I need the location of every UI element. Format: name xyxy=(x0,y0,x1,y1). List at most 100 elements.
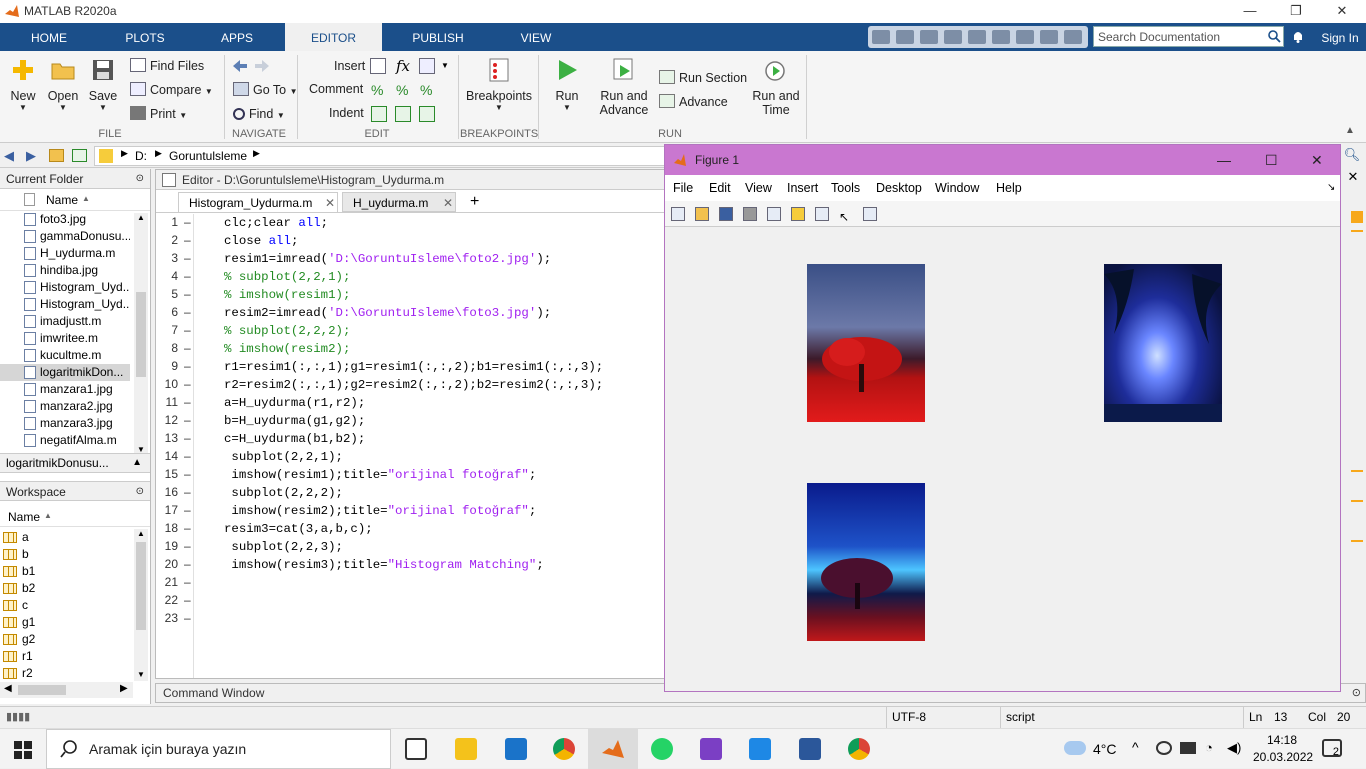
line-marker[interactable]: – xyxy=(184,593,191,607)
figure-maximize-button[interactable]: ☐ xyxy=(1265,145,1278,175)
comment-percent-icon[interactable]: % xyxy=(371,82,383,98)
path-field[interactable]: ▶ D: ▶ Goruntulsleme ▶ xyxy=(94,146,665,166)
workspace-variable[interactable]: c xyxy=(0,597,133,614)
notification-center-icon[interactable]: 2 xyxy=(1322,739,1342,758)
list-item[interactable]: imwritee.m xyxy=(0,330,130,347)
line-marker[interactable]: – xyxy=(184,287,191,301)
list-item[interactable]: manzara1.jpg xyxy=(0,381,130,398)
temperature[interactable]: 4°C xyxy=(1093,741,1117,757)
list-item[interactable]: negatifAlma.m xyxy=(0,432,130,449)
decrease-indent-icon[interactable] xyxy=(395,106,411,122)
find-files-button[interactable]: Find Files xyxy=(130,56,204,76)
find-button[interactable]: Find ▼ xyxy=(233,104,285,124)
save-figure-icon[interactable] xyxy=(719,207,733,221)
menu-tools[interactable]: Tools xyxy=(831,175,860,201)
legend-icon[interactable] xyxy=(815,207,829,221)
run-section-button[interactable]: Run Section xyxy=(659,68,747,88)
fx-icon[interactable]: fx xyxy=(396,57,410,75)
code-line[interactable]: % imshow(resim2); xyxy=(224,342,350,356)
code-line[interactable]: % subplot(2,2,2); xyxy=(224,324,350,338)
workspace-variable[interactable]: b xyxy=(0,546,133,563)
code-line[interactable]: b=H_uydurma(g1,g2); xyxy=(224,414,365,428)
list-item[interactable]: foto3.jpg xyxy=(0,211,130,228)
menu-view[interactable]: View xyxy=(745,175,772,201)
code-line[interactable]: subplot(2,2,2); xyxy=(224,486,343,500)
path-drive[interactable]: D: xyxy=(135,149,147,163)
figure-minimize-button[interactable]: — xyxy=(1217,145,1231,175)
list-item[interactable]: Histogram_Uyd... xyxy=(0,296,130,313)
menu-help[interactable]: Help xyxy=(996,175,1022,201)
up-folder-icon[interactable] xyxy=(49,149,64,162)
line-marker[interactable]: – xyxy=(184,377,191,391)
line-marker[interactable]: – xyxy=(184,233,191,247)
edit-plot-icon[interactable]: ↖ xyxy=(839,210,853,224)
run-and-time-button[interactable]: Run and Time xyxy=(750,57,802,117)
word-icon[interactable] xyxy=(799,738,821,760)
windows-start-icon[interactable] xyxy=(14,741,32,759)
list-item[interactable]: manzara3.jpg xyxy=(0,415,130,432)
panel-menu-icon[interactable]: ⊙ xyxy=(136,169,144,189)
code-line[interactable]: clc;clear all; xyxy=(224,216,328,230)
tab-apps[interactable]: APPS xyxy=(200,23,274,51)
comment-button[interactable]: Comment xyxy=(309,79,363,99)
menu-edit[interactable]: Edit xyxy=(709,175,731,201)
workspace-variable[interactable]: g2 xyxy=(0,631,133,648)
workspace-menu-icon[interactable]: ⊙ xyxy=(136,482,144,502)
increase-indent-icon[interactable] xyxy=(419,106,435,122)
help-icon[interactable] xyxy=(1040,30,1058,44)
clock-date[interactable]: 20.03.2022 xyxy=(1253,750,1313,764)
volume-icon[interactable]: ◀) xyxy=(1227,740,1241,756)
visual-studio-icon[interactable] xyxy=(700,738,722,760)
code-area[interactable]: clc;clear all; close all; resim1=imread('D… xyxy=(222,214,662,678)
paste-icon[interactable] xyxy=(944,30,962,44)
compare-button[interactable]: Compare ▼ xyxy=(130,80,213,100)
insert-dropdown-icon[interactable]: ▼ xyxy=(441,61,449,70)
advance-button[interactable]: Advance xyxy=(659,92,728,112)
code-line[interactable]: a=H_uydurma(r1,r2); xyxy=(224,396,365,410)
workspace-hscrollbar[interactable]: ◀ ▶ xyxy=(0,682,133,698)
code-line[interactable]: resim2=imread('D:\GoruntuIsleme\foto3.jp… xyxy=(224,306,551,320)
code-line[interactable]: % imshow(resim1); xyxy=(224,288,350,302)
browse-folder-icon[interactable] xyxy=(72,149,87,162)
new-tab-button[interactable]: + xyxy=(460,192,490,212)
close-tab-icon[interactable]: ✕ xyxy=(325,193,335,213)
save-button[interactable]: Save ▼ xyxy=(87,57,119,112)
clock-time[interactable]: 14:18 xyxy=(1267,733,1297,747)
code-line[interactable]: resim1=imread('D:\GoruntuIsleme\foto2.jp… xyxy=(224,252,551,266)
details-bar[interactable]: logaritmikDonusu... ▲ xyxy=(0,453,150,473)
search-documentation-input[interactable]: Search Documentation xyxy=(1093,26,1284,47)
tab-h-uydurma[interactable]: H_uydurma.m ✕ xyxy=(342,192,456,212)
bell-icon[interactable] xyxy=(1291,29,1305,44)
close-panel-icon[interactable]: ✕ xyxy=(1342,169,1364,189)
line-marker[interactable]: – xyxy=(184,305,191,319)
line-marker[interactable]: – xyxy=(184,395,191,409)
workspace-variable[interactable]: g1 xyxy=(0,614,133,631)
line-marker[interactable]: – xyxy=(184,215,191,229)
search-path-icon[interactable]: 🔍︎ xyxy=(1340,147,1364,167)
tab-publish[interactable]: PUBLISH xyxy=(400,23,476,51)
dock-icon[interactable]: ↘ xyxy=(1327,175,1335,201)
code-line[interactable]: c=H_uydurma(b1,b2); xyxy=(224,432,365,446)
tab-histogram-uydurma[interactable]: Histogram_Uydurma.m ✕ xyxy=(178,192,338,212)
workspace-variable[interactable]: r2 xyxy=(0,665,133,682)
workspace-scrollbar[interactable]: ▲ ▼ xyxy=(134,529,148,681)
forward-icon[interactable]: ▶ xyxy=(26,148,36,164)
vscode-icon[interactable] xyxy=(749,738,771,760)
taskbar-search-input[interactable]: Aramak için buraya yazın xyxy=(46,729,391,769)
weather-cloud-icon[interactable] xyxy=(1064,741,1086,755)
code-line[interactable]: imshow(resim3);title="Histogram Matching… xyxy=(224,558,543,572)
tab-home[interactable]: HOME xyxy=(12,23,86,51)
list-item[interactable]: Histogram_Uyd... xyxy=(0,279,130,296)
menu-insert[interactable]: Insert xyxy=(787,175,818,201)
close-tab-icon[interactable]: ✕ xyxy=(443,193,453,213)
undo-icon[interactable] xyxy=(968,30,986,44)
minimize-button[interactable]: — xyxy=(1227,0,1273,23)
menu-file[interactable]: File xyxy=(673,175,693,201)
line-marker[interactable]: – xyxy=(184,431,191,445)
indent-button[interactable]: Indent xyxy=(329,103,364,123)
code-line[interactable]: r1=resim1(:,:,1);g1=resim1(:,:,2);b1=res… xyxy=(224,360,603,374)
colorbar-icon[interactable] xyxy=(791,207,805,221)
list-item[interactable]: manzara2.jpg xyxy=(0,398,130,415)
property-inspector-icon[interactable] xyxy=(863,207,877,221)
link-plot-icon[interactable] xyxy=(767,207,781,221)
